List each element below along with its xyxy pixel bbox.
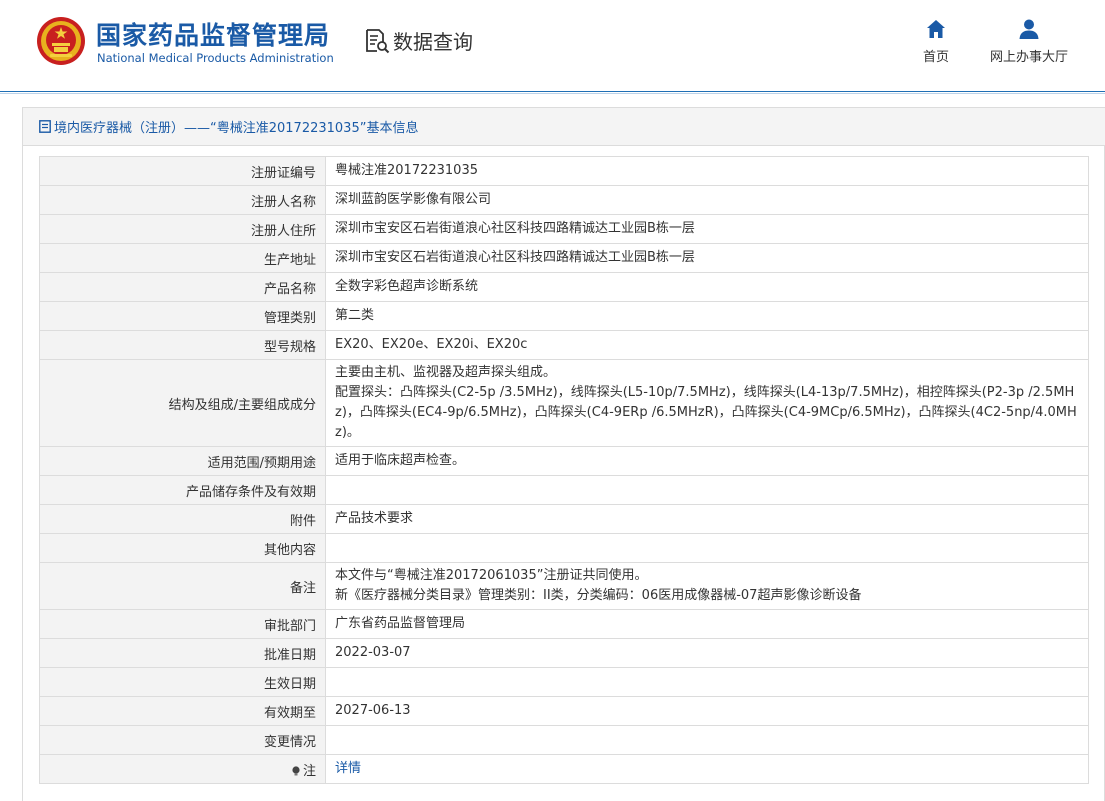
field-value: 深圳市宝安区石岩街道浪心社区科技四路精诚达工业园B栋一层 xyxy=(325,243,1089,273)
field-value: 深圳市宝安区石岩街道浪心社区科技四路精诚达工业园B栋一层 xyxy=(325,214,1089,244)
field-value: EX20、EX20e、EX20i、EX20c xyxy=(325,330,1089,360)
nav-online-service-hall[interactable]: 网上办事大厅 xyxy=(984,18,1074,65)
field-label: 注册人名称 xyxy=(39,185,326,215)
field-value: 产品技术要求 xyxy=(325,504,1089,534)
header-divider xyxy=(0,91,1105,92)
field-label: 批准日期 xyxy=(39,638,326,668)
field-value xyxy=(325,533,1089,563)
data-query-label: 数据查询 xyxy=(393,30,473,54)
field-value-line: 配置探头：凸阵探头(C2-5p /3.5MHz)，线阵探头(L5-10p/7.5… xyxy=(335,385,1077,440)
details-link[interactable]: 详情 xyxy=(335,761,361,776)
data-query-title: 数据查询 xyxy=(364,26,473,55)
field-value xyxy=(325,667,1089,697)
document-search-icon xyxy=(366,28,390,53)
field-label: 其他内容 xyxy=(39,533,326,563)
field-value: 深圳蓝韵医学影像有限公司 xyxy=(325,185,1089,215)
field-label: 变更情况 xyxy=(39,725,326,755)
table-row: 备注 本文件与“粤械注准20172061035”注册证共同使用。新《医疗器械分类目… xyxy=(39,562,1089,610)
table-row: 附件 产品技术要求 xyxy=(39,504,1089,534)
table-row: 变更情况 xyxy=(39,725,1089,755)
registration-info-table: 注册证编号 粤械注准20172231035 注册人名称 深圳蓝韵医学影像有限公司 注册人… xyxy=(39,156,1089,784)
field-label: 结构及组成/主要组成成分 xyxy=(39,359,326,447)
nav-home[interactable]: 首页 xyxy=(916,18,956,65)
field-value: 广东省药品监督管理局 xyxy=(325,609,1089,639)
table-row: 产品名称 全数字彩色超声诊断系统 xyxy=(39,272,1089,302)
document-icon xyxy=(39,120,51,133)
field-value xyxy=(325,725,1089,755)
field-label: 产品储存条件及有效期 xyxy=(39,475,326,505)
table-row: 产品储存条件及有效期 xyxy=(39,475,1089,505)
field-value: 2027-06-13 xyxy=(325,696,1089,726)
table-row: 其他内容 xyxy=(39,533,1089,563)
field-label: 审批部门 xyxy=(39,609,326,639)
field-label: 注册证编号 xyxy=(39,156,326,186)
home-icon xyxy=(927,20,945,38)
table-row-note: 注 详情 xyxy=(39,754,1089,784)
field-value: 主要由主机、监视器及超声探头组成。配置探头：凸阵探头(C2-5p /3.5MHz… xyxy=(325,359,1089,447)
field-value xyxy=(325,475,1089,505)
field-label: 产品名称 xyxy=(39,272,326,302)
table-row: 适用范围/预期用途 适用于临床超声检查。 xyxy=(39,446,1089,476)
field-value-line: 主要由主机、监视器及超声探头组成。 xyxy=(335,365,557,380)
table-row: 管理类别 第二类 xyxy=(39,301,1089,331)
field-label: 注 xyxy=(39,754,326,784)
field-label: 有效期至 xyxy=(39,696,326,726)
agency-name-en: National Medical Products Administration xyxy=(97,51,334,65)
national-emblem-icon xyxy=(37,17,85,65)
table-row: 型号规格 EX20、EX20e、EX20i、EX20c xyxy=(39,330,1089,360)
field-value: 2022-03-07 xyxy=(325,638,1089,668)
field-value: 第二类 xyxy=(325,301,1089,331)
site-header: 国家药品监督管理局 National Medical Products Admi… xyxy=(0,0,1105,91)
table-row: 注册人名称 深圳蓝韵医学影像有限公司 xyxy=(39,185,1089,215)
table-row: 有效期至 2027-06-13 xyxy=(39,696,1089,726)
table-row: 结构及组成/主要组成成分 主要由主机、监视器及超声探头组成。配置探头：凸阵探头(C… xyxy=(39,359,1089,447)
field-label: 生产地址 xyxy=(39,243,326,273)
field-value-line: 新《医疗器械分类目录》管理类别：II类，分类编码：06医用成像器械-07超声影像… xyxy=(335,588,862,603)
field-label: 注册人住所 xyxy=(39,214,326,244)
detail-panel: 境内医疗器械（注册）——“粤械注准20172231035”基本信息 注册证编号粤… xyxy=(22,107,1105,801)
field-value: 本文件与“粤械注准20172061035”注册证共同使用。新《医疗器械分类目录》… xyxy=(325,562,1089,610)
field-value: 全数字彩色超声诊断系统 xyxy=(325,272,1089,302)
field-label: 适用范围/预期用途 xyxy=(39,446,326,476)
field-value: 适用于临床超声检查。 xyxy=(325,446,1089,476)
field-value: 粤械注准20172231035 xyxy=(325,156,1089,186)
field-label: 备注 xyxy=(39,562,326,610)
field-label: 管理类别 xyxy=(39,301,326,331)
table-row: 注册证编号 粤械注准20172231035 xyxy=(39,156,1089,186)
nav-online-service-hall-label: 网上办事大厅 xyxy=(989,50,1068,65)
agency-name-cn: 国家药品监督管理局 xyxy=(96,21,331,50)
breadcrumb-text: 境内医疗器械（注册）——“粤械注准20172231035”基本信息 xyxy=(54,121,419,136)
table-row: 生效日期 xyxy=(39,667,1089,697)
nav-home-label: 首页 xyxy=(922,50,949,65)
field-value-line: 本文件与“粤械注准20172061035”注册证共同使用。 xyxy=(335,568,648,583)
field-label: 附件 xyxy=(39,504,326,534)
field-label: 型号规格 xyxy=(39,330,326,360)
user-icon xyxy=(1019,19,1039,39)
note-label: 注 xyxy=(302,763,316,779)
header-divider-light xyxy=(0,93,1105,94)
field-label: 生效日期 xyxy=(39,667,326,697)
breadcrumb: 境内医疗器械（注册）——“粤械注准20172231035”基本信息 xyxy=(23,108,1105,146)
table-row: 审批部门 广东省药品监督管理局 xyxy=(39,609,1089,639)
table-row: 注册人住所 深圳市宝安区石岩街道浪心社区科技四路精诚达工业园B栋一层 xyxy=(39,214,1089,244)
table-row: 生产地址 深圳市宝安区石岩街道浪心社区科技四路精诚达工业园B栋一层 xyxy=(39,243,1089,273)
table-row: 批准日期 2022-03-07 xyxy=(39,638,1089,668)
lightbulb-icon xyxy=(292,765,300,775)
